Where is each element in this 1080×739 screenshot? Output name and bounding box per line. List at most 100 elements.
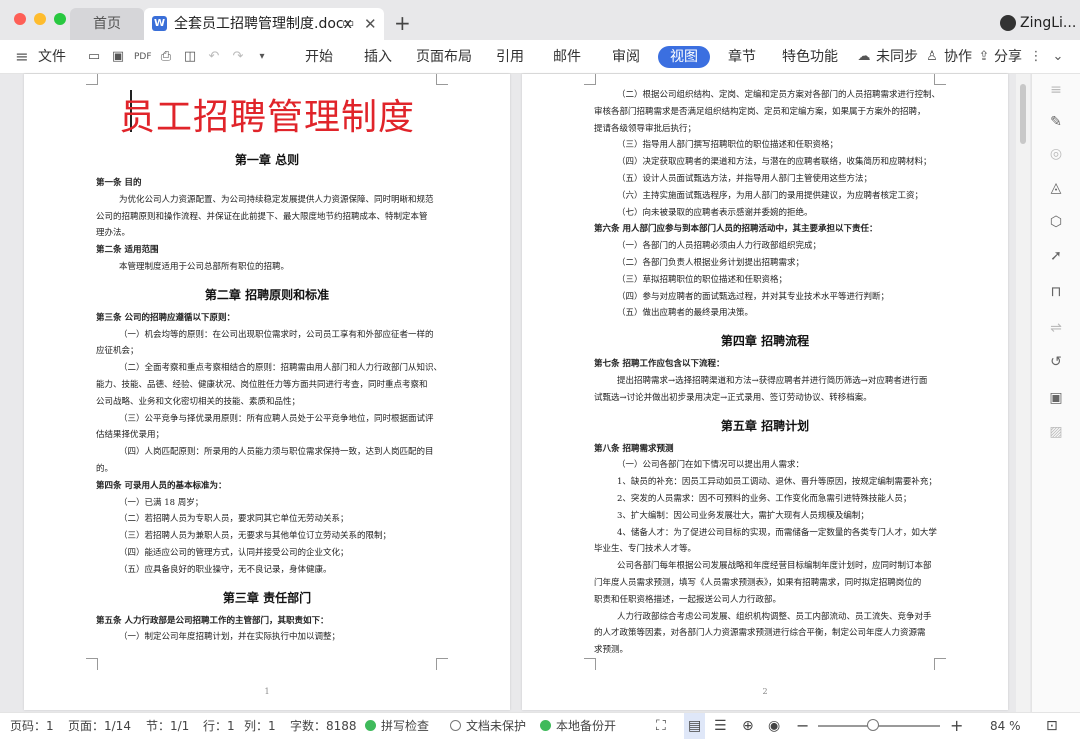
body-text-line: 公司的招聘原则和操作流程、并保证在此前提下、最大限度地节约招聘成本、特制定本管 [96, 211, 428, 222]
page-1[interactable]: 员工招聘管理制度 1 第一章 总则 第一条 目的 为优化公司人力资源配置、为公司持续… [24, 74, 510, 710]
menu-review[interactable]: 审阅 [612, 40, 640, 74]
row-indicator: 行：1 [203, 719, 235, 733]
vertical-scrollbar[interactable] [1016, 74, 1030, 712]
pen-style-icon[interactable]: ✎ [1046, 112, 1066, 132]
image-ai-icon[interactable]: ▣ [1046, 388, 1066, 408]
export-pdf-icon[interactable]: PDF [134, 49, 152, 65]
print-preview-icon[interactable]: ◫ [182, 49, 198, 65]
backup-icon [540, 720, 551, 731]
save-icon[interactable]: ▣ [110, 49, 126, 65]
hamburger-menu-icon[interactable]: ≡ [14, 49, 30, 65]
share-button[interactable]: 分享 [994, 40, 1022, 74]
slider-adjust-icon[interactable]: ⇌ [1046, 318, 1066, 338]
column-indicator: 列：1 [244, 719, 276, 733]
chapter-heading: 第一章 总则 [234, 153, 300, 167]
menu-toolbar: ≡ 文件 ▭ ▣ PDF ⎙ ◫ ↶ ↷ ▾ 开始 插入 页面布局 引用 邮件 … [0, 40, 1080, 74]
body-text-line: （四）人岗匹配原则：所录用的人员能力须与职位需求保持一致，达到人岗匹配的目 [119, 447, 434, 458]
outline-view-icon[interactable]: ☰ [714, 713, 727, 739]
collaborate-button[interactable]: 协作 [944, 40, 972, 74]
document-workspace[interactable]: 员工招聘管理制度 1 第一章 总则 第一条 目的 为优化公司人力资源配置、为公司持续… [0, 74, 1080, 712]
menu-section[interactable]: 章节 [728, 40, 756, 74]
body-text-line: （四）参与对应聘者的面试甄选过程，并对其专业技术水平等进行判断； [617, 291, 890, 302]
word-doc-icon: W [152, 16, 167, 31]
menu-view[interactable]: 视图 [658, 46, 710, 68]
print-icon[interactable]: ⎙ [158, 49, 174, 65]
user-account[interactable]: ZingLi... [1000, 8, 1076, 38]
web-view-icon[interactable]: ⊕ [742, 713, 754, 739]
body-text-line: （三）若招聘人员为兼职人员，无要求与其他单位订立劳动关系的限制； [119, 531, 392, 542]
body-text-line: （二）根据公司组织结构、定岗、定编和定员方案对各部门的人员招聘需求进行控制、 [617, 90, 941, 100]
menu-page-layout[interactable]: 页面布局 [416, 40, 472, 74]
more-options-icon[interactable]: ⋮ [1028, 49, 1044, 65]
article-heading: 第八条 招聘需求预测 [594, 443, 674, 454]
sync-status[interactable]: 未同步 [876, 40, 918, 74]
page-number: 1 [264, 687, 270, 696]
share-icon[interactable]: ⇪ [976, 49, 992, 65]
body-text-line: 理办法。 [96, 228, 131, 239]
close-tab-icon[interactable]: ✕ [364, 8, 377, 40]
window-float-icon[interactable]: ▭ [342, 8, 354, 40]
local-backup-button[interactable]: 本地备份开 [540, 713, 616, 739]
app-window: 首页 W 全套员工招聘管理制度.docx ▭ ✕ + ZingLi... ≡ 文… [0, 0, 1080, 739]
body-text-line: 的。 [96, 464, 114, 474]
menu-special-features[interactable]: 特色功能 [782, 40, 838, 74]
cloud-sync-icon[interactable]: ☁ [856, 49, 872, 65]
status-bar: 页码：1 页面：1/14 节：1/1 行：1 列：1 字数：8188 拼写检查 … [0, 712, 1080, 739]
hexagon-settings-icon[interactable]: ⬡ [1046, 212, 1066, 232]
drag-handle-icon[interactable]: ≡ [1046, 80, 1066, 100]
check-icon [365, 720, 376, 731]
zoom-level[interactable]: 84 % [990, 713, 1021, 739]
fit-window-icon[interactable]: ⊡ [1046, 713, 1058, 739]
zoom-slider-knob[interactable] [866, 719, 879, 731]
body-text-line: 门年度人员需求预测，填写《人员需求预测表》，如果有招聘需求，同时拟定招聘岗位的 [594, 578, 922, 588]
fill-icon[interactable]: ◬ [1046, 178, 1066, 198]
collaborate-icon[interactable]: ♙ [924, 49, 940, 65]
body-text-line: （五）做出应聘者的最终录用决策。 [617, 308, 754, 319]
body-text-line: （二）全面考察和重点考察相结合的原则：招聘需由用人部门和人力行政部门从知识、 [119, 363, 443, 374]
select-cursor-icon[interactable]: ➚ [1046, 246, 1066, 266]
zoom-in-button[interactable]: + [950, 713, 963, 739]
redo-icon[interactable]: ↷ [230, 49, 246, 65]
minimize-window-button[interactable] [34, 13, 46, 25]
avatar [1000, 15, 1016, 31]
shapes-icon[interactable]: ◎ [1046, 144, 1066, 164]
fullscreen-icon[interactable]: ⛶ [656, 713, 666, 739]
tab-document[interactable]: W 全套员工招聘管理制度.docx ▭ ✕ [144, 8, 384, 40]
reading-mode-icon[interactable]: ◉ [768, 713, 780, 739]
article-heading: 第六条 用人部门应参与到本部门人员的招聘活动中，其主要承担以下责任： [594, 224, 878, 235]
page-view-icon[interactable]: ▤ [684, 713, 706, 739]
body-text-line: （一）已满 18 周岁； [119, 497, 204, 508]
page-2[interactable]: 2 （二）根据公司组织结构、定岗、定编和定员方案对各部门的人员招聘需求进行控制、… [522, 74, 1008, 710]
maximize-window-button[interactable] [54, 13, 66, 25]
undo-icon[interactable]: ↶ [206, 49, 222, 65]
history-icon[interactable]: ↺ [1046, 352, 1066, 372]
image-icon[interactable]: ▨ [1046, 422, 1066, 442]
file-menu[interactable]: 文件 [38, 40, 66, 74]
body-text-line: （三）草拟招聘职位的职位描述和任职资格； [617, 274, 788, 285]
document-protection-button[interactable]: 文档未保护 [450, 713, 526, 739]
body-text-line: 的人才政策等因素，对各部门人力资源需求预测进行综合平衡，制定公司年度人力资源需 [594, 628, 926, 639]
pages-count[interactable]: 页面：1/14 [68, 713, 131, 739]
menu-insert[interactable]: 插入 [364, 40, 392, 74]
word-count[interactable]: 字数：8188 [290, 713, 357, 739]
zoom-out-button[interactable]: − [796, 713, 809, 739]
tab-home[interactable]: 首页 [70, 8, 144, 40]
body-text-line: 3、扩大编制：因公司业务发展壮大，需扩大现有人员规模及编制； [617, 510, 869, 521]
new-tab-button[interactable]: + [394, 8, 411, 38]
collapse-ribbon-icon[interactable]: ⌄ [1050, 49, 1066, 65]
lock-icon[interactable]: ⊓ [1046, 282, 1066, 302]
menu-references[interactable]: 引用 [496, 40, 524, 74]
body-text-line: （三）公平竞争与择优录用原则：所有应聘人员处于公平竞争地位，同时根据面试评 [119, 413, 434, 424]
close-window-button[interactable] [14, 13, 26, 25]
menu-mail[interactable]: 邮件 [553, 40, 581, 74]
chevron-down-icon[interactable]: ▾ [254, 49, 270, 65]
body-text-line: 本管理制度适用于公司总部所有职位的招聘。 [119, 262, 290, 272]
open-folder-icon[interactable]: ▭ [86, 49, 102, 65]
chapter-heading: 第五章 招聘计划 [720, 418, 810, 433]
chapter-heading: 第三章 责任部门 [222, 590, 312, 605]
spell-check-button[interactable]: 拼写检查 [365, 713, 429, 739]
body-text-line: 人力行政部综合考虑公司发展、组织机构调整、员工内部流动、员工流失、竞争对手 [617, 611, 932, 622]
zoom-slider[interactable] [818, 719, 940, 731]
scrollbar-thumb[interactable] [1020, 84, 1026, 144]
menu-start[interactable]: 开始 [305, 40, 333, 74]
